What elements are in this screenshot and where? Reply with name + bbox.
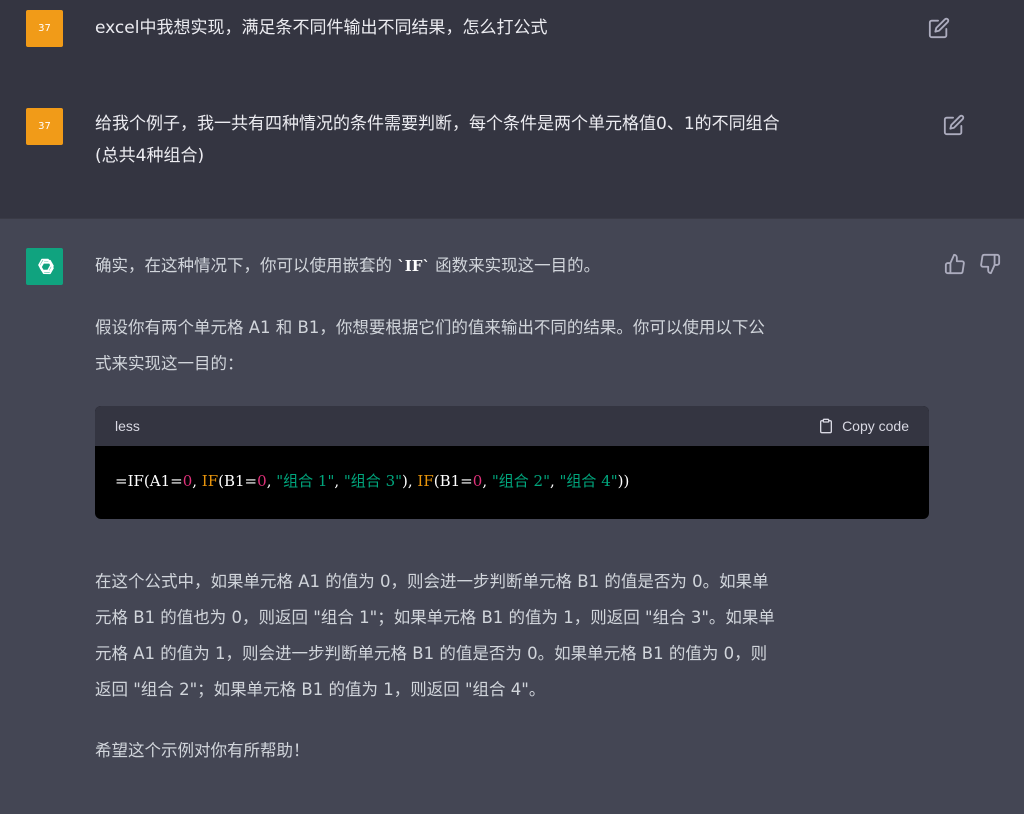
assistant-paragraph-3: 在这个公式中，如果单元格 A1 的值为 0，则会进一步判断单元格 B1 的值是否… bbox=[95, 564, 935, 708]
code-token: IF bbox=[417, 472, 434, 490]
code-token: , bbox=[192, 472, 202, 490]
edit-icon[interactable] bbox=[928, 17, 950, 39]
code-token: "组合 3" bbox=[343, 472, 403, 490]
paragraph-line: 在这个公式中，如果单元格 A1 的值为 0，则会进一步判断单元格 B1 的值是否… bbox=[95, 572, 769, 591]
code-block: less Copy code =IF(A1=0, IF(B1=0, "组合 1"… bbox=[95, 406, 929, 519]
inline-code: `IF` bbox=[397, 257, 430, 275]
thumbs-down-icon[interactable] bbox=[979, 253, 1001, 275]
code-token: (B1= bbox=[218, 472, 258, 490]
code-token: 0 bbox=[257, 472, 267, 490]
code-token: , bbox=[334, 472, 344, 490]
user-avatar: 37 bbox=[26, 10, 63, 47]
user-avatar: 37 bbox=[26, 108, 63, 145]
code-token: , bbox=[482, 472, 492, 490]
code-language: less bbox=[115, 418, 140, 434]
code-token: (B1= bbox=[433, 472, 473, 490]
intro-text-after: 函数来实现这一目的。 bbox=[429, 256, 601, 275]
clipboard-icon bbox=[820, 418, 833, 434]
code-token: "组合 2" bbox=[491, 472, 550, 490]
user-avatar-text: 37 bbox=[38, 23, 51, 34]
edit-icon[interactable] bbox=[943, 114, 965, 136]
code-token: ), bbox=[402, 472, 418, 490]
user-message-line: excel中我想实现，满足条不同件输出不同结果，怎么打公式 bbox=[95, 18, 548, 38]
assistant-paragraph-2: 假设你有两个单元格 A1 和 B1，你想要根据它们的值来输出不同的结果。你可以使… bbox=[95, 310, 935, 382]
assistant-intro: 确实，在这种情况下，你可以使用嵌套的 `IF` 函数来实现这一目的。 bbox=[95, 248, 935, 284]
copy-code-button[interactable]: Copy code bbox=[818, 418, 909, 434]
user-message-1: 37 excel中我想实现，满足条不同件输出不同结果，怎么打公式 bbox=[0, 0, 1024, 80]
code-token: "组合 1" bbox=[276, 472, 335, 490]
thumbs-up-icon[interactable] bbox=[944, 253, 966, 275]
copy-code-label: Copy code bbox=[842, 418, 909, 434]
user-message-line: 给我个例子，我一共有四种情况的条件需要判断，每个条件是两个单元格值0、1的不同组… bbox=[95, 114, 780, 134]
closing-text: 希望这个示例对你有所帮助！ bbox=[95, 741, 310, 760]
paragraph-line: 元格 A1 的值为 1，则会进一步判断单元格 B1 的值是否为 0。如果单元格 … bbox=[95, 644, 768, 663]
code-token: 0 bbox=[182, 472, 193, 490]
code-token: )) bbox=[617, 472, 630, 490]
paragraph-line: 返回 "组合 2"；如果单元格 B1 的值为 1，则返回 "组合 4"。 bbox=[95, 680, 546, 699]
user-avatar-text: 37 bbox=[38, 121, 51, 132]
openai-logo-icon bbox=[26, 248, 63, 285]
intro-text-before: 确实，在这种情况下，你可以使用嵌套的 bbox=[95, 256, 398, 275]
user-message-line: (总共4种组合) bbox=[95, 146, 205, 166]
code-token: , bbox=[266, 472, 277, 490]
code-token: , bbox=[549, 472, 560, 490]
user-message-text: 给我个例子，我一共有四种情况的条件需要判断，每个条件是两个单元格值0、1的不同组… bbox=[95, 108, 780, 172]
user-message-2: 37 给我个例子，我一共有四种情况的条件需要判断，每个条件是两个单元格值0、1的… bbox=[0, 80, 1024, 218]
assistant-closing: 希望这个示例对你有所帮助！ bbox=[95, 733, 935, 769]
user-message-text: excel中我想实现，满足条不同件输出不同结果，怎么打公式 bbox=[95, 12, 547, 44]
code-token: 0 bbox=[472, 472, 483, 490]
code-token: IF bbox=[201, 472, 219, 490]
code-header: less Copy code bbox=[95, 406, 929, 446]
paragraph-line: 假设你有两个单元格 A1 和 B1，你想要根据它们的值来输出不同的结果。你可以使… bbox=[95, 318, 765, 337]
code-token: =IF(A1= bbox=[115, 472, 183, 490]
code-content: =IF(A1=0, IF(B1=0, "组合 1", "组合 3"), IF(B… bbox=[95, 446, 929, 515]
paragraph-line: 式来实现这一目的： bbox=[95, 354, 244, 373]
code-token: "组合 4" bbox=[559, 472, 618, 490]
paragraph-line: 元格 B1 的值也为 0，则返回 "组合 1"；如果单元格 B1 的值为 1，则… bbox=[95, 608, 775, 627]
